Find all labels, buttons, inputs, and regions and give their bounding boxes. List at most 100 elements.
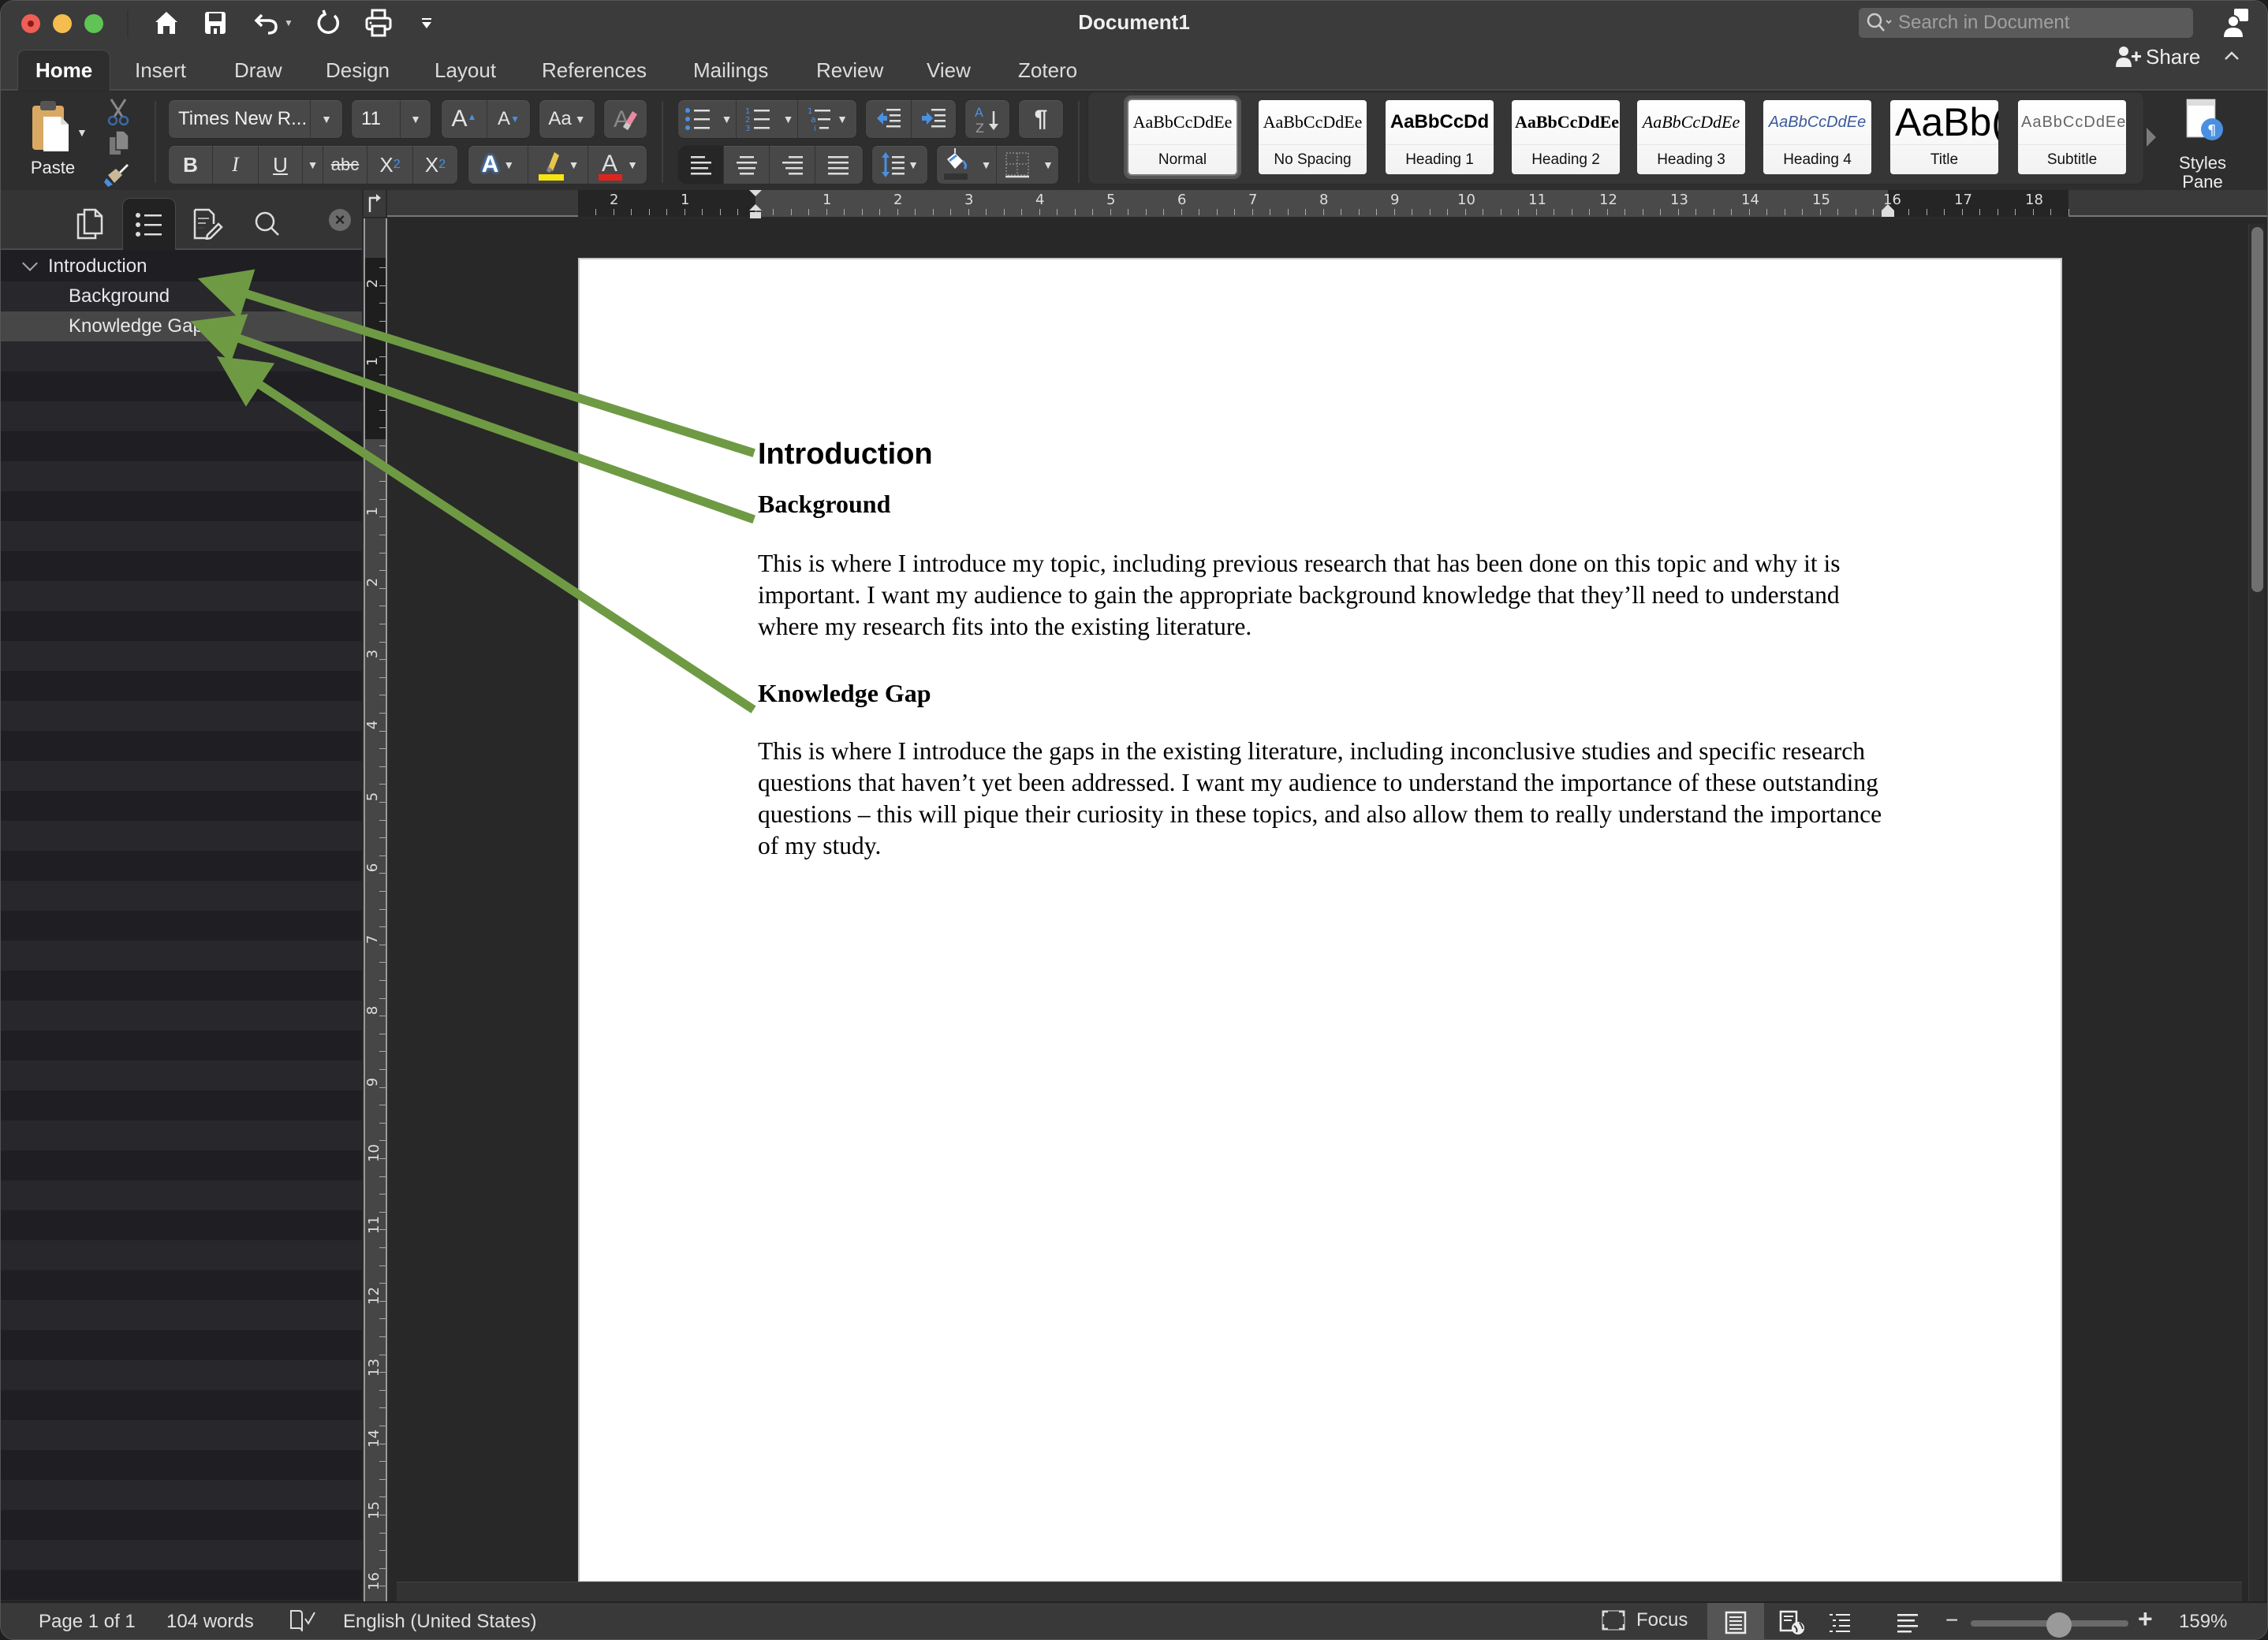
tab-view[interactable]: View bbox=[909, 50, 988, 91]
tab-review[interactable]: Review bbox=[799, 50, 901, 91]
collapse-ribbon-button[interactable] bbox=[2223, 50, 2240, 66]
vertical-scrollbar-thumb[interactable] bbox=[2251, 227, 2263, 592]
change-case-button[interactable]: Aa ▼ bbox=[539, 99, 595, 139]
zoom-window-button[interactable] bbox=[84, 14, 103, 33]
tab-insert[interactable]: Insert bbox=[118, 50, 203, 91]
word-count[interactable]: 104 words bbox=[166, 1611, 254, 1633]
grow-font-button[interactable]: A ▲ bbox=[442, 100, 487, 138]
underline-button[interactable]: U bbox=[259, 146, 303, 184]
increase-indent-button[interactable] bbox=[912, 100, 956, 138]
styles-pane-button[interactable]: ¶ Styles Pane bbox=[2171, 96, 2234, 192]
tab-layout[interactable]: Layout bbox=[417, 50, 513, 91]
reviewing-tab[interactable] bbox=[181, 198, 234, 250]
headings-tab[interactable] bbox=[122, 198, 176, 250]
account-button[interactable] bbox=[2223, 7, 2251, 43]
style-heading-1[interactable]: AaBbCcDd Heading 1 bbox=[1386, 100, 1494, 174]
borders-button[interactable] bbox=[997, 146, 1038, 184]
align-left-button[interactable] bbox=[678, 146, 724, 184]
search-input[interactable] bbox=[1898, 12, 2182, 34]
bullets-dropdown[interactable]: ▼ bbox=[718, 100, 737, 138]
bold-button[interactable]: B bbox=[169, 146, 213, 184]
undo-button[interactable]: ▼ bbox=[250, 7, 297, 39]
tab-selector[interactable] bbox=[364, 190, 386, 217]
indent-marker[interactable] bbox=[749, 190, 762, 220]
style-heading-2[interactable]: AaBbCcDdEe Heading 2 bbox=[1512, 100, 1620, 174]
focus-button[interactable]: Focus bbox=[1602, 1609, 1688, 1631]
right-indent-marker[interactable] bbox=[1882, 203, 1894, 217]
nav-heading-introduction[interactable]: Introduction bbox=[1, 252, 362, 281]
style-title[interactable]: AaBb( Title bbox=[1890, 100, 1998, 174]
bullets-button[interactable] bbox=[678, 100, 718, 138]
style-normal[interactable]: AaBbCcDdEe Normal bbox=[1124, 95, 1241, 179]
shading-dropdown[interactable]: ▼ bbox=[976, 146, 997, 184]
borders-dropdown[interactable]: ▼ bbox=[1038, 146, 1058, 184]
customize-toolbar-button[interactable] bbox=[417, 7, 436, 39]
subscript-button[interactable]: X2 bbox=[367, 146, 413, 184]
highlight-button[interactable]: ▼ bbox=[528, 146, 588, 184]
paste-options-dropdown[interactable]: ▼ bbox=[76, 126, 88, 139]
paragraph-knowledge-gap[interactable]: This is where I introduce the gaps in th… bbox=[758, 736, 1893, 862]
share-button[interactable]: Share bbox=[2116, 45, 2200, 69]
decrease-indent-button[interactable] bbox=[866, 100, 912, 138]
show-formatting-marks-button[interactable]: ¶ bbox=[1018, 99, 1064, 139]
paste-button[interactable]: Paste bbox=[21, 91, 84, 190]
justify-button[interactable] bbox=[815, 146, 861, 184]
font-name-dropdown[interactable]: Times New R... ▼ bbox=[168, 99, 343, 139]
vertical-scrollbar[interactable] bbox=[2248, 224, 2264, 1604]
copy-button[interactable] bbox=[108, 129, 130, 162]
outline-view-button[interactable] bbox=[1811, 1603, 1868, 1639]
tab-draw[interactable]: Draw bbox=[217, 50, 300, 91]
underline-options-dropdown[interactable]: ▼ bbox=[303, 146, 323, 184]
align-right-button[interactable] bbox=[770, 146, 815, 184]
format-painter-button[interactable] bbox=[103, 161, 130, 192]
home-button[interactable] bbox=[151, 7, 182, 39]
text-effects-button[interactable]: A ▼ bbox=[468, 146, 528, 184]
style-subtitle[interactable]: AaBbCcDdEe Subtitle bbox=[2018, 100, 2126, 174]
clear-formatting-button[interactable]: A bbox=[603, 99, 647, 139]
page-count[interactable]: Page 1 of 1 bbox=[39, 1611, 136, 1633]
draft-view-button[interactable] bbox=[1878, 1603, 1938, 1639]
language[interactable]: English (United States) bbox=[343, 1611, 536, 1633]
chevron-down-icon[interactable]: ▼ bbox=[284, 17, 293, 28]
heading-knowledge-gap[interactable]: Knowledge Gap bbox=[758, 679, 931, 708]
sort-button[interactable]: AZ bbox=[964, 99, 1010, 139]
tab-zotero[interactable]: Zotero bbox=[1001, 50, 1095, 91]
thumbnails-tab[interactable] bbox=[62, 198, 116, 250]
heading-background[interactable]: Background bbox=[758, 490, 890, 519]
zoom-out-button[interactable]: − bbox=[1945, 1608, 1958, 1633]
zoom-in-button[interactable]: + bbox=[2138, 1605, 2153, 1634]
multilevel-list-button[interactable]: 1ai ▼ bbox=[798, 100, 856, 138]
search-tab[interactable] bbox=[241, 198, 294, 250]
tab-mailings[interactable]: Mailings bbox=[676, 50, 785, 91]
proofing-button[interactable] bbox=[289, 1609, 316, 1639]
line-spacing-button[interactable]: ▼ bbox=[871, 145, 928, 184]
superscript-button[interactable]: X2 bbox=[413, 146, 457, 184]
shrink-font-button[interactable]: A ▼ bbox=[487, 100, 530, 138]
tab-references[interactable]: References bbox=[524, 50, 664, 91]
tab-design[interactable]: Design bbox=[308, 50, 407, 91]
chevron-down-icon[interactable] bbox=[22, 255, 38, 271]
heading-introduction[interactable]: Introduction bbox=[758, 438, 933, 472]
search-box[interactable] bbox=[1859, 8, 2193, 38]
nav-heading-background[interactable]: Background bbox=[1, 281, 362, 311]
zoom-level[interactable]: 159% bbox=[2179, 1611, 2227, 1633]
close-window-button[interactable] bbox=[21, 14, 40, 33]
save-button[interactable] bbox=[200, 7, 231, 39]
style-heading-4[interactable]: AaBbCcDdEe Heading 4 bbox=[1763, 100, 1871, 174]
print-layout-view-button[interactable] bbox=[1707, 1603, 1764, 1639]
style-no-spacing[interactable]: AaBbCcDdEe No Spacing bbox=[1259, 100, 1367, 174]
minimize-window-button[interactable] bbox=[53, 14, 72, 33]
print-button[interactable] bbox=[362, 7, 395, 39]
shading-button[interactable] bbox=[937, 146, 976, 184]
strikethrough-button[interactable]: abc bbox=[323, 146, 367, 184]
redo-button[interactable] bbox=[313, 7, 345, 39]
vertical-ruler[interactable]: 2 1 1 2 3 4 5 6 7 8 9 10 11 12 13 14 15 16 bbox=[364, 218, 387, 1606]
font-size-dropdown[interactable]: 11 ▼ bbox=[351, 99, 431, 139]
close-pane-button[interactable]: × bbox=[329, 209, 351, 231]
font-color-button[interactable]: A ▼ bbox=[588, 146, 647, 184]
document-page[interactable]: Introduction Background This is where I … bbox=[578, 258, 2062, 1582]
paragraph-background[interactable]: This is where I introduce my topic, incl… bbox=[758, 548, 1893, 643]
nav-heading-knowledge-gap[interactable]: Knowledge Gap bbox=[1, 311, 362, 341]
gallery-next-button[interactable] bbox=[2147, 128, 2156, 147]
horizontal-scrollbar[interactable] bbox=[397, 1582, 2242, 1602]
